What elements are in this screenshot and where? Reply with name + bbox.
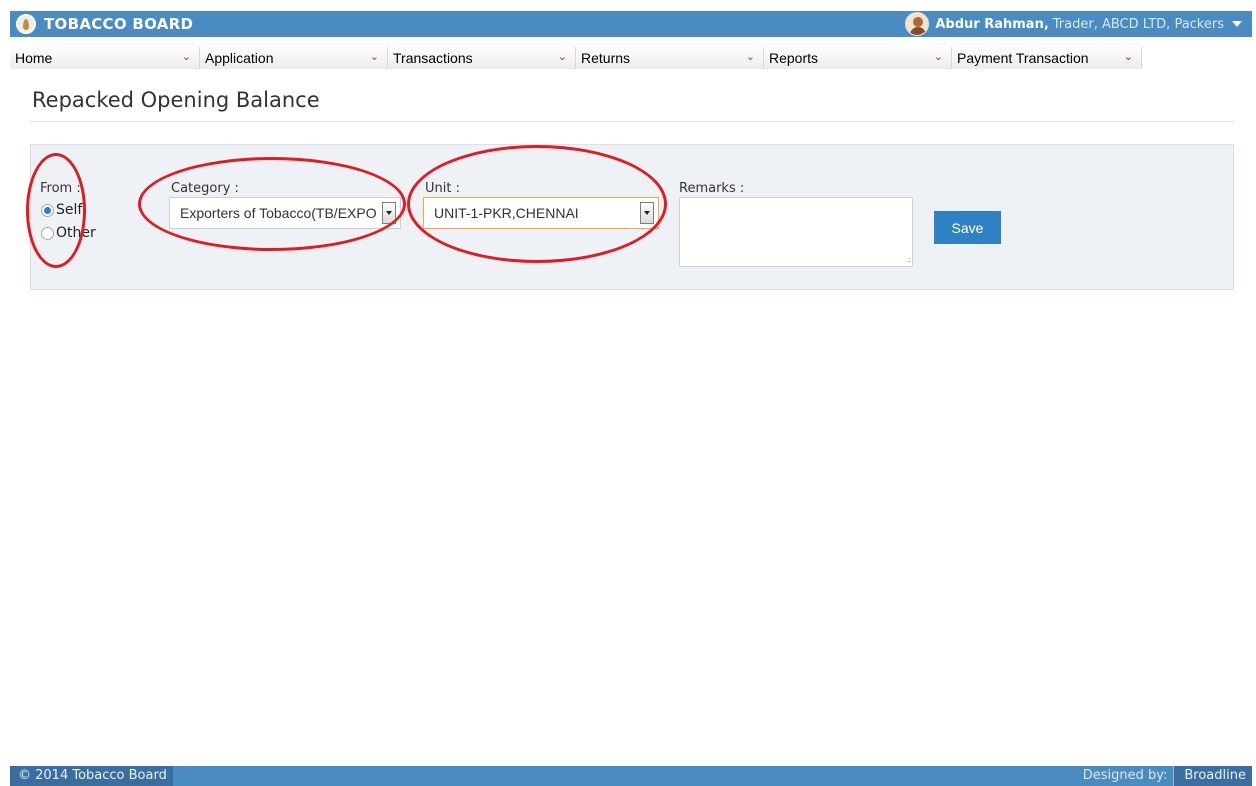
menu-item-home[interactable]: Home ⌄ (10, 47, 200, 69)
unit-selected-value: UNIT-1-PKR,CHENNAI (434, 205, 579, 221)
from-option-label: Self (56, 202, 83, 218)
dropdown-arrow-icon[interactable] (640, 202, 654, 224)
menu-item-label: Payment Transaction (957, 50, 1089, 66)
top-header-bar: TOBACCO BOARD Abdur Rahman, Trader, ABCD… (10, 11, 1252, 37)
menu-item-returns[interactable]: Returns ⌄ (576, 47, 764, 69)
brand-title: TOBACCO BOARD (44, 15, 194, 33)
page-title: Repacked Opening Balance (32, 88, 320, 112)
menu-item-application[interactable]: Application ⌄ (200, 47, 388, 69)
chevron-down-icon: ⌄ (1123, 51, 1133, 63)
chevron-down-icon: ⌄ (369, 51, 379, 63)
menu-item-label: Application (205, 50, 274, 66)
chevron-down-icon: ⌄ (745, 51, 755, 63)
category-label: Category : (171, 181, 239, 196)
save-button[interactable]: Save (934, 211, 1001, 244)
main-menu: Home ⌄ Application ⌄ Transactions ⌄ Retu… (10, 47, 1252, 69)
footer: © 2014 Tobacco Board Designed by: Broadl… (10, 766, 1252, 786)
menu-item-label: Returns (581, 50, 631, 66)
menu-item-payment-transaction[interactable]: Payment Transaction ⌄ (952, 47, 1142, 69)
remarks-textarea[interactable]: .: (679, 197, 913, 267)
from-option-self[interactable]: Self (41, 202, 82, 218)
chevron-down-icon: ⌄ (181, 51, 191, 63)
menu-item-label: Home (15, 50, 53, 66)
resize-grip-icon[interactable]: .: (907, 255, 911, 264)
category-select[interactable]: Exporters of Tobacco(TB/EXPO (169, 197, 401, 229)
footer-credits: Designed by: Broadline (1077, 766, 1252, 786)
designed-by-label: Designed by: (1082, 768, 1168, 783)
chevron-down-icon: ⌄ (933, 51, 943, 63)
from-label: From : (40, 181, 81, 196)
category-selected-value: Exporters of Tobacco(TB/EXPO (180, 205, 377, 221)
title-divider (30, 121, 1234, 122)
dropdown-arrow-icon[interactable] (382, 202, 396, 224)
from-option-other[interactable]: Other (41, 225, 96, 241)
brand[interactable]: TOBACCO BOARD (16, 14, 193, 34)
opening-balance-form: From : Self Other Category : Exporters o… (30, 144, 1234, 290)
menu-item-reports[interactable]: Reports ⌄ (764, 47, 952, 69)
remarks-label: Remarks : (679, 181, 745, 196)
caret-down-icon[interactable] (1232, 21, 1242, 27)
from-option-label: Other (56, 225, 96, 241)
unit-label: Unit : (425, 181, 460, 196)
menu-item-label: Reports (769, 50, 819, 66)
menu-item-label: Transactions (393, 50, 473, 66)
self-radio[interactable] (41, 203, 54, 217)
designer-link[interactable]: Broadline (1173, 766, 1252, 786)
footer-copyright: © 2014 Tobacco Board (10, 766, 173, 786)
unit-select[interactable]: UNIT-1-PKR,CHENNAI (423, 197, 659, 229)
user-name: Abdur Rahman, (935, 16, 1049, 32)
user-menu[interactable]: Abdur Rahman, Trader, ABCD LTD, Packers (905, 12, 1242, 36)
user-role: Trader, ABCD LTD, Packers (1052, 16, 1224, 32)
chevron-down-icon: ⌄ (557, 51, 567, 63)
tobacco-leaf-icon (16, 14, 36, 34)
menu-item-transactions[interactable]: Transactions ⌄ (388, 47, 576, 69)
other-radio[interactable] (41, 226, 54, 240)
user-avatar-icon (905, 12, 930, 36)
